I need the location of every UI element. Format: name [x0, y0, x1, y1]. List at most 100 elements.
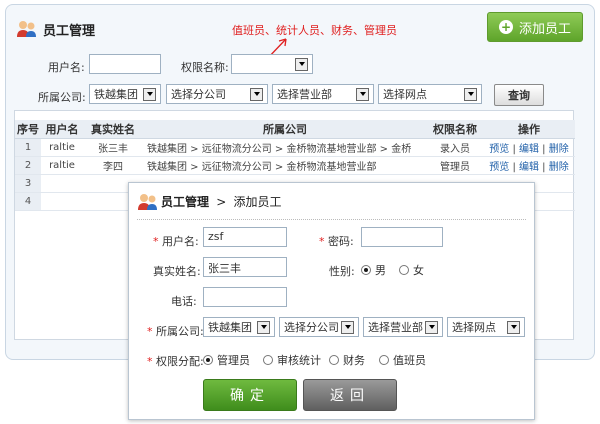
- col-header-index: 序号: [15, 120, 41, 139]
- radio-unchecked-icon: [263, 355, 273, 365]
- preview-link[interactable]: 预览: [489, 162, 509, 173]
- table-row: 2 raltie 李四 铁越集团 > 远征物流分公司 > 金桥物流基地营业部 管…: [15, 156, 575, 175]
- radio-unchecked-icon: [329, 355, 339, 365]
- password-label: * 密码:: [319, 233, 354, 249]
- col-header-perm: 权限名称: [427, 120, 483, 139]
- filter-perm-select[interactable]: [231, 54, 313, 74]
- password-input[interactable]: [361, 227, 443, 247]
- annotation-note: 值班员、统计人员、财务、管理员: [232, 24, 397, 37]
- table-row: 1 raltie 张三丰 铁越集团 > 远征物流分公司 > 金桥物流基地营业部 …: [15, 138, 575, 157]
- users-icon: [138, 194, 157, 210]
- filter-username-label: 用户名:: [48, 61, 85, 74]
- query-button[interactable]: 查询: [494, 84, 544, 106]
- page-title: 员工管理: [43, 24, 96, 39]
- username-input[interactable]: zsf: [203, 227, 287, 247]
- radio-unchecked-icon: [379, 355, 389, 365]
- perm-audit-radio[interactable]: 审核统计: [263, 352, 321, 368]
- radio-unchecked-icon: [399, 265, 409, 275]
- edit-link[interactable]: 编辑: [519, 144, 539, 155]
- branch-select[interactable]: 选择分公司: [279, 317, 359, 337]
- company-select[interactable]: 铁越集团: [203, 317, 275, 337]
- filter-outlet-select[interactable]: 选择网点: [378, 84, 482, 104]
- preview-link[interactable]: 预览: [489, 144, 509, 155]
- dialog-title-sub: 添加员工: [233, 195, 282, 209]
- users-icon: [17, 21, 36, 37]
- outlet-value: 选择网点: [452, 321, 496, 334]
- filter-company-value: 铁越集团: [94, 88, 138, 101]
- perm-admin-label: 管理员: [217, 354, 250, 367]
- chevron-down-icon: [143, 87, 156, 101]
- username-label-text: 用户名:: [162, 235, 199, 248]
- col-header-actions: 操作: [483, 120, 575, 139]
- filter-company-label: 所属公司:: [38, 91, 86, 104]
- radio-checked-icon: [203, 355, 213, 365]
- row-perm: 管理员: [427, 156, 483, 175]
- perm-finance-radio[interactable]: 财务: [329, 352, 365, 368]
- dept-select[interactable]: 选择营业部: [363, 317, 443, 337]
- row-actions: 预览 | 编辑 | 删除: [483, 156, 575, 175]
- realname-label: 真实姓名:: [153, 265, 201, 278]
- gender-female-radio[interactable]: 女: [399, 262, 424, 278]
- gender-male-label: 男: [375, 264, 386, 277]
- phone-label: 电话:: [171, 295, 197, 308]
- delete-link[interactable]: 删除: [549, 162, 569, 173]
- plus-icon: +: [498, 20, 513, 34]
- phone-input[interactable]: [203, 287, 287, 307]
- row-username: raltie: [41, 156, 83, 175]
- filter-username-input[interactable]: [89, 54, 161, 74]
- company-label: * 所属公司:: [147, 323, 204, 339]
- row-realname: 李四: [83, 156, 143, 175]
- dialog-title: 员工管理 > 添加员工: [161, 193, 281, 210]
- required-mark: *: [319, 235, 328, 248]
- required-mark: *: [153, 235, 162, 248]
- col-header-company: 所属公司: [143, 120, 427, 139]
- row-index: 2: [15, 156, 41, 175]
- username-label: * 用户名:: [153, 233, 199, 249]
- row-perm: 录入员: [427, 138, 483, 157]
- perm-audit-label: 审核统计: [277, 354, 321, 367]
- row-company: 铁越集团 > 远征物流分公司 > 金桥物流基地营业部: [143, 156, 427, 175]
- password-label-text: 密码:: [328, 235, 354, 248]
- required-mark: *: [147, 325, 156, 338]
- branch-value: 选择分公司: [284, 321, 339, 334]
- filter-branch-select[interactable]: 选择分公司: [166, 84, 268, 104]
- row-username: raltie: [41, 138, 83, 157]
- add-employee-button[interactable]: + 添加员工: [487, 12, 583, 42]
- filter-dept-select[interactable]: 选择营业部: [272, 84, 374, 104]
- chevron-down-icon: [507, 320, 520, 334]
- edit-link[interactable]: 编辑: [519, 162, 539, 173]
- perm-admin-radio[interactable]: 管理员: [203, 352, 250, 368]
- filter-company-select[interactable]: 铁越集团: [89, 84, 161, 104]
- dialog-title-main: 员工管理: [161, 195, 210, 209]
- row-company: 铁越集团 > 远征物流分公司 > 金桥物流基地营业部 > 金桥: [143, 138, 427, 157]
- row-actions: 预览 | 编辑 | 删除: [483, 138, 575, 157]
- filter-outlet-value: 选择网点: [383, 88, 427, 101]
- perm-label-text: 权限分配:: [156, 355, 204, 368]
- confirm-button[interactable]: 确定: [203, 379, 297, 411]
- col-header-username: 用户名: [41, 120, 83, 139]
- chevron-down-icon: [257, 320, 270, 334]
- chevron-down-icon: [341, 320, 354, 334]
- radio-checked-icon: [361, 265, 371, 275]
- dialog-divider: [137, 219, 526, 220]
- chevron-down-icon: [250, 87, 263, 101]
- dept-value: 选择营业部: [368, 321, 423, 334]
- gender-male-radio[interactable]: 男: [361, 262, 386, 278]
- row-realname: 张三丰: [83, 138, 143, 157]
- realname-input[interactable]: 张三丰: [203, 257, 287, 277]
- outlet-select[interactable]: 选择网点: [447, 317, 525, 337]
- company-label-text: 所属公司:: [156, 325, 204, 338]
- table-header-row: 序号 用户名 真实姓名 所属公司 权限名称 操作: [15, 120, 575, 139]
- dialog-title-sep: >: [216, 195, 227, 209]
- add-employee-dialog: 员工管理 > 添加员工 * 用户名: zsf * 密码: 真实姓名: 张三丰 性…: [128, 182, 535, 420]
- perm-duty-radio[interactable]: 值班员: [379, 352, 426, 368]
- col-header-realname: 真实姓名: [83, 120, 143, 139]
- chevron-down-icon: [425, 320, 438, 334]
- gender-label: 性别:: [329, 265, 355, 278]
- chevron-down-icon: [464, 87, 477, 101]
- row-index: 3: [15, 174, 41, 193]
- back-button[interactable]: 返回: [303, 379, 397, 411]
- delete-link[interactable]: 删除: [549, 144, 569, 155]
- gender-female-label: 女: [413, 264, 424, 277]
- perm-finance-label: 财务: [343, 354, 365, 367]
